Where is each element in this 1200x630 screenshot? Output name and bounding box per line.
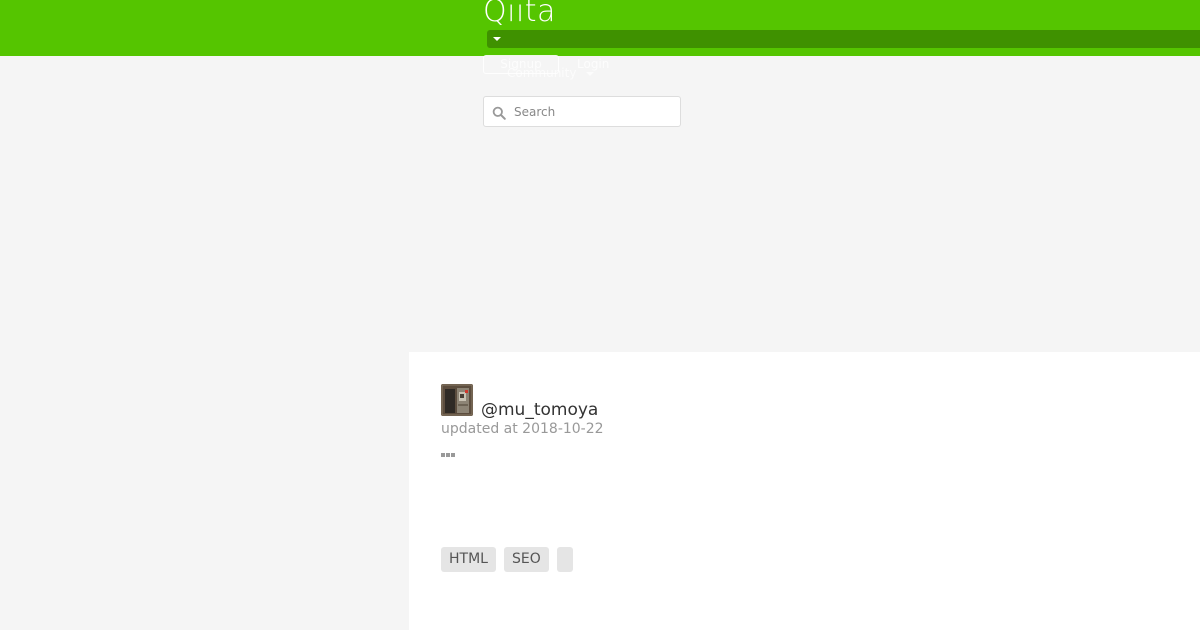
chevron-down-icon xyxy=(586,66,595,81)
tag-html[interactable]: HTML xyxy=(441,547,496,572)
search-input[interactable] xyxy=(514,101,674,122)
caret-down-icon[interactable] xyxy=(491,33,503,45)
search-box xyxy=(483,96,681,127)
search-icon xyxy=(492,105,506,120)
tag-seo[interactable]: SEO xyxy=(503,547,549,572)
global-header: Qiita xyxy=(0,0,1200,56)
qiita-logo[interactable]: Qiita xyxy=(483,0,556,30)
community-dropdown[interactable]: Community xyxy=(507,66,595,81)
article-card: @mu_tomoya updated at 2018-10-22 HTML SE… xyxy=(409,352,1200,630)
avatar[interactable] xyxy=(441,384,473,416)
community-bar xyxy=(487,30,1200,48)
tag-list: HTML SEO xyxy=(441,547,573,572)
more-horizontal-icon[interactable] xyxy=(441,443,457,457)
updated-date: updated at 2018-10-22 xyxy=(441,421,604,437)
community-dropdown-label: Community xyxy=(507,66,577,80)
tag-empty[interactable] xyxy=(556,547,573,572)
author-username[interactable]: @mu_tomoya xyxy=(481,399,598,421)
